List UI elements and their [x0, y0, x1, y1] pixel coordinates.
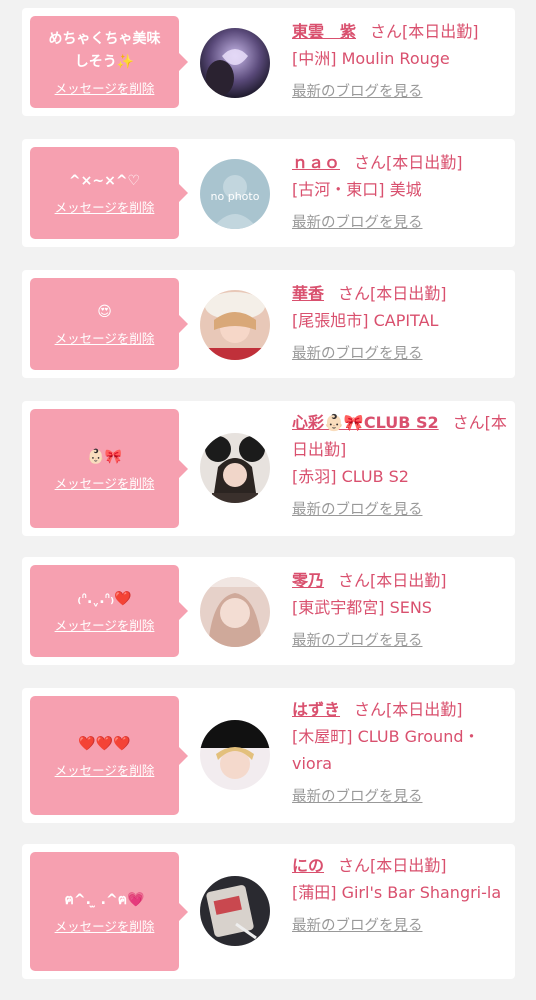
girl-name-link[interactable]: 零乃	[292, 571, 324, 590]
message-text: 👶🏻🎀	[87, 448, 122, 465]
message-card: ฅ^. ̫ .^ฅ💗 メッセージを削除 にの さん[本日出勤] [蒲田] Girl…	[22, 844, 515, 979]
message-bubble: ❤️❤️❤️ メッセージを削除	[30, 696, 188, 815]
latest-blog-link[interactable]: 最新のブログを見る	[292, 629, 507, 653]
message-bubble: 👶🏻🎀 メッセージを削除	[30, 409, 188, 528]
girl-info: 華香 さん[本日出勤] [尾張旭市] CAPITAL 最新のブログを見る	[292, 280, 507, 366]
no-photo-text: no photo	[211, 190, 260, 203]
message-card: めちゃくちゃ美味 しそう✨ メッセージを削除 東雲 紫さん[本日出勤] [中洲]…	[22, 8, 515, 116]
girl-name-link[interactable]: はずき	[292, 700, 340, 719]
girl-name-link[interactable]: 華香	[292, 284, 324, 303]
delete-message-link[interactable]: メッセージを削除	[55, 197, 155, 216]
message-bubble: ฅ^. ̫ .^ฅ💗 メッセージを削除	[30, 852, 188, 971]
message-bubble: 😍 メッセージを削除	[30, 278, 188, 370]
message-bubble: ^×~×^♡ メッセージを削除	[30, 147, 188, 239]
latest-blog-link[interactable]: 最新のブログを見る	[292, 80, 507, 104]
delete-message-link[interactable]: メッセージを削除	[55, 615, 155, 634]
message-bubble: めちゃくちゃ美味 しそう✨ メッセージを削除	[30, 16, 188, 108]
message-card: ₍ᐢ.ˬ.ᐢ₎❤️ メッセージを削除 零乃 さん[本日出勤] [東武宇都宮] SE…	[22, 557, 515, 665]
message-card: 😍 メッセージを削除 華香 さん[本日出勤] [尾張旭市] CAPITAL 最新の…	[22, 270, 515, 378]
message-card: ^×~×^♡ メッセージを削除 no photo ｎａｏ さん[本日出勤] [古河…	[22, 139, 515, 247]
attendance-status: さん[本日出勤]	[354, 153, 463, 172]
message-card: 👶🏻🎀 メッセージを削除 心彩👶🏻🎀CLUB S2 さん[本日出勤] [赤羽] C…	[22, 401, 515, 536]
girl-info: ｎａｏ さん[本日出勤] [古河・東口] 美城 最新のブログを見る	[292, 149, 507, 235]
girl-info: はずき さん[本日出勤] [木屋町] CLUB Ground・viora 最新のブ…	[292, 696, 507, 809]
delete-message-link[interactable]: メッセージを削除	[55, 916, 155, 935]
girl-info: 零乃 さん[本日出勤] [東武宇都宮] SENS 最新のブログを見る	[292, 567, 507, 653]
latest-blog-link[interactable]: 最新のブログを見る	[292, 211, 507, 235]
attendance-status: さん[本日出勤]	[338, 284, 447, 303]
attendance-status: さん[本日出勤]	[354, 700, 463, 719]
message-text: ₍ᐢ.ˬ.ᐢ₎❤️	[77, 591, 132, 607]
message-text: ฅ^. ̫ .^ฅ💗	[64, 891, 145, 908]
latest-blog-link[interactable]: 最新のブログを見る	[292, 498, 507, 522]
girl-info: 心彩👶🏻🎀CLUB S2 さん[本日出勤] [赤羽] CLUB S2 最新のブログ…	[292, 409, 507, 522]
girl-name-link[interactable]: 心彩👶🏻🎀CLUB S2	[292, 413, 439, 432]
avatar[interactable]	[200, 290, 270, 360]
girl-info: にの さん[本日出勤] [蒲田] Girl's Bar Shangri-la 最新…	[292, 852, 507, 938]
latest-blog-link[interactable]: 最新のブログを見る	[292, 785, 507, 809]
avatar[interactable]	[200, 577, 270, 647]
girl-name-link[interactable]: ｎａｏ	[292, 153, 340, 172]
latest-blog-link[interactable]: 最新のブログを見る	[292, 914, 507, 938]
avatar[interactable]	[200, 433, 270, 503]
message-text: ^×~×^♡	[68, 173, 141, 189]
message-card: ❤️❤️❤️ メッセージを削除 はずき さん[本日出勤] [木屋町] CLUB G…	[22, 688, 515, 823]
girl-name-link[interactable]: 東雲 紫	[292, 22, 356, 41]
girl-info: 東雲 紫さん[本日出勤] [中洲] Moulin Rouge 最新のブログを見る	[292, 18, 507, 104]
delete-message-link[interactable]: メッセージを削除	[55, 473, 155, 492]
message-bubble: ₍ᐢ.ˬ.ᐢ₎❤️ メッセージを削除	[30, 565, 188, 657]
latest-blog-link[interactable]: 最新のブログを見る	[292, 342, 507, 366]
delete-message-link[interactable]: メッセージを削除	[55, 760, 155, 779]
avatar[interactable]	[200, 876, 270, 946]
attendance-status: さん[本日出勤]	[338, 571, 447, 590]
message-text: めちゃくちゃ美味 しそう✨	[48, 30, 161, 70]
message-feed: めちゃくちゃ美味 しそう✨ メッセージを削除 東雲 紫さん[本日出勤] [中洲]…	[0, 0, 536, 1000]
avatar[interactable]: no photo	[200, 159, 270, 229]
shop-info: [赤羽] CLUB S2	[292, 467, 409, 486]
shop-info: [古河・東口] 美城	[292, 180, 422, 199]
shop-info: [木屋町] CLUB Ground・viora	[292, 727, 480, 773]
shop-info: [尾張旭市] CAPITAL	[292, 311, 439, 330]
shop-info: [中洲] Moulin Rouge	[292, 49, 450, 68]
shop-info: [東武宇都宮] SENS	[292, 598, 432, 617]
avatar[interactable]	[200, 28, 270, 98]
message-text: ❤️❤️❤️	[78, 735, 131, 752]
delete-message-link[interactable]: メッセージを削除	[55, 328, 155, 347]
avatar[interactable]	[200, 720, 270, 790]
delete-message-link[interactable]: メッセージを削除	[55, 78, 155, 97]
shop-info: [蒲田] Girl's Bar Shangri-la	[292, 883, 502, 902]
message-text: 😍	[97, 304, 112, 320]
girl-name-link[interactable]: にの	[292, 856, 324, 875]
attendance-status: さん[本日出勤]	[338, 856, 447, 875]
attendance-status: さん[本日出勤]	[370, 22, 479, 41]
